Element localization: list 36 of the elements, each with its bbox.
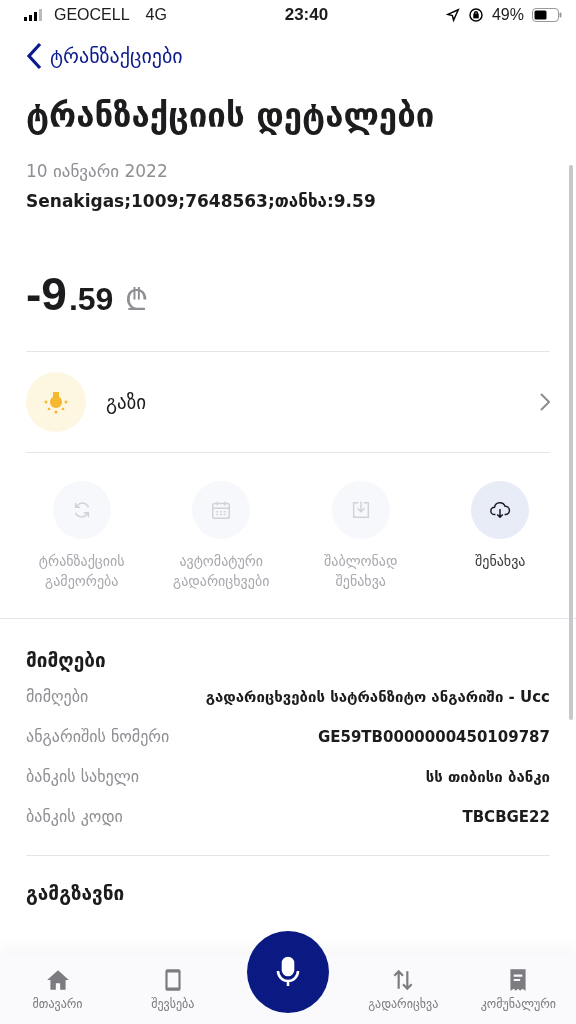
microphone-icon — [275, 956, 301, 988]
action-button[interactable]: შენახვა — [430, 481, 570, 592]
field-value: TBCBGE22 — [462, 807, 550, 826]
section-heading: გამგზავნი — [26, 881, 126, 904]
carrier-name: GEOCELL — [54, 6, 130, 24]
location-arrow-icon — [445, 8, 460, 22]
tab-item[interactable]: კომუნალური — [460, 967, 576, 1011]
rotation-lock-icon — [467, 7, 484, 23]
network-type: 4G — [145, 6, 167, 24]
calendar-icon — [210, 499, 233, 521]
currency-symbol: ₾ — [125, 281, 149, 319]
light-bulb-icon — [26, 372, 86, 432]
page-title: ტრანზაქციის დეტალები — [26, 96, 436, 135]
transaction-date: 10 იანვარი 2022 — [26, 161, 169, 181]
tab-item[interactable]: შევსება — [115, 967, 231, 1011]
section-heading: მიმღები — [26, 648, 107, 671]
battery-percent: 49% — [491, 6, 524, 24]
clock: 23:40 — [284, 5, 329, 25]
field-value: სს თიბისი ბანკი — [425, 767, 550, 786]
transaction-description: Senakigas;1009;7648563;თანხა:9.59 — [26, 191, 377, 211]
back-chevron-icon — [26, 42, 42, 70]
field-label: ანგარიშის ნომერი — [26, 726, 170, 746]
tab-item[interactable]: მთავარი — [0, 967, 116, 1011]
amount-fraction: .59 — [68, 281, 114, 318]
back-link[interactable]: ტრანზაქციები — [26, 42, 183, 70]
field-value: გადარიცხვების სატრანზიტო ანგარიში - Ucc — [205, 687, 550, 706]
tab-item[interactable]: გადარიცხვა — [345, 967, 461, 1011]
battery-icon — [532, 8, 562, 22]
amount-whole: -9 — [26, 267, 67, 321]
field-label: ბანკის კოდი — [26, 806, 123, 826]
field-value: GE59TB0000000450109787 — [317, 727, 550, 746]
chevron-right-icon — [540, 393, 550, 411]
field-label: ბანკის სახელი — [26, 766, 139, 786]
category-link[interactable]: გაზი — [106, 391, 520, 413]
cloud-download-icon — [489, 499, 512, 521]
field-label: მიმღები — [26, 686, 89, 706]
